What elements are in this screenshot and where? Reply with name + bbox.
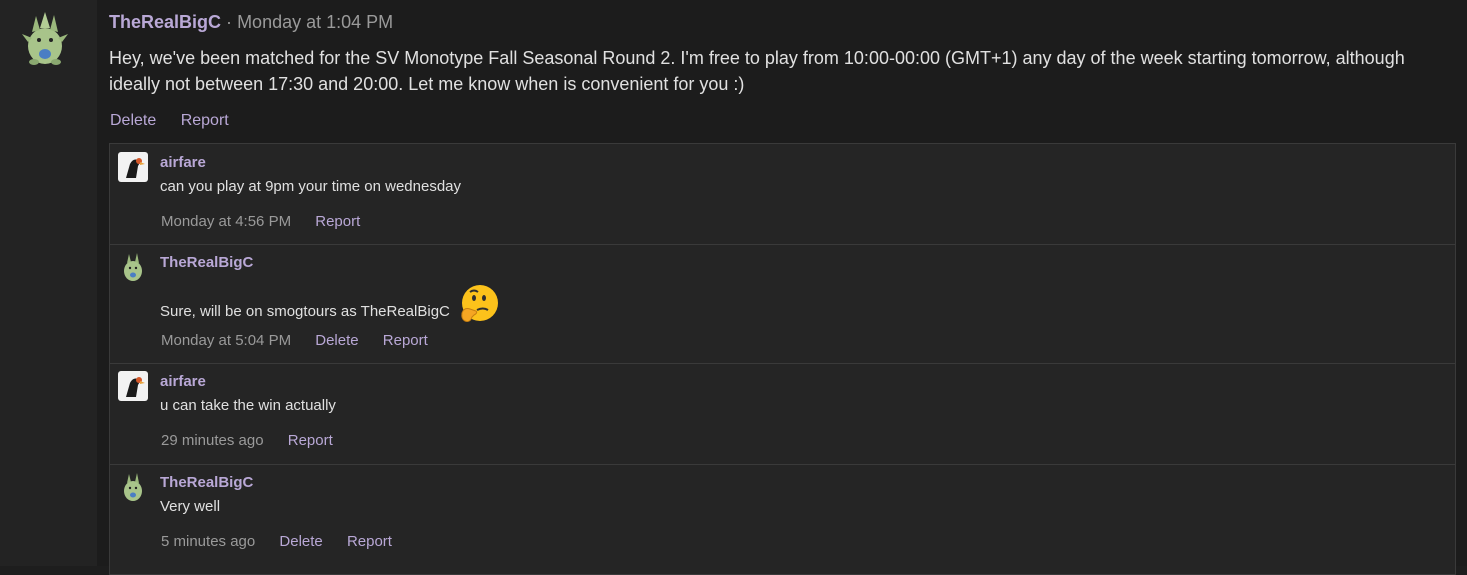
reply-meta: Monday at 4:56 PM Report (161, 213, 380, 230)
reply-author[interactable]: airfare (160, 154, 206, 171)
reply-time[interactable]: 5 minutes ago (161, 533, 255, 550)
report-button[interactable]: Report (181, 112, 229, 129)
post-author[interactable]: TheRealBigC (109, 12, 221, 32)
thinking-face-icon (461, 285, 499, 322)
reply: TheRealBigC Very well 5 minutes ago Dele… (110, 464, 1455, 574)
report-button[interactable]: Report (315, 213, 360, 230)
reply-time[interactable]: 29 minutes ago (161, 432, 264, 449)
delete-button[interactable]: Delete (110, 112, 156, 129)
delete-button[interactable]: Delete (279, 533, 322, 550)
post-body: Hey, we've been matched for the SV Monot… (109, 48, 1405, 94)
report-button[interactable]: Report (288, 432, 333, 449)
reply: TheRealBigC Sure, will be on smogtours a… (110, 244, 1455, 364)
reply-author[interactable]: TheRealBigC (160, 254, 253, 271)
post-header: TheRealBigC · Monday at 1:04 PM (109, 12, 393, 33)
reply-meta: Monday at 5:04 PM Delete Report (161, 332, 448, 349)
reply-text: Very well (160, 498, 221, 515)
reply-author[interactable]: TheRealBigC (160, 474, 253, 491)
replies-list: airfare can you play at 9pm your time on… (109, 143, 1456, 575)
post: TheRealBigC · Monday at 1:04 PM Hey, we'… (97, 0, 1467, 575)
reply: airfare u can take the win actually 29 m… (110, 363, 1455, 465)
reply-author[interactable]: airfare (160, 373, 206, 390)
avatar[interactable] (118, 472, 148, 502)
avatar[interactable] (118, 152, 148, 182)
reply-time[interactable]: Monday at 4:56 PM (161, 213, 291, 230)
reply-text: Sure, will be on smogtours as TheRealBig… (160, 302, 450, 320)
post-time[interactable]: Monday at 1:04 PM (237, 12, 393, 32)
post-actions: Delete Report (110, 112, 249, 130)
reply-meta: 5 minutes ago Delete Report (161, 533, 412, 550)
report-button[interactable]: Report (383, 332, 428, 349)
report-button[interactable]: Report (347, 533, 392, 550)
delete-button[interactable]: Delete (315, 332, 358, 349)
reply-time[interactable]: Monday at 5:04 PM (161, 332, 291, 349)
separator: · (226, 12, 233, 32)
avatar-column (0, 0, 97, 566)
avatar[interactable] (118, 371, 148, 401)
reply: airfare can you play at 9pm your time on… (110, 144, 1455, 245)
reply-text: can you play at 9pm your time on wednesd… (160, 178, 462, 195)
reply-text: u can take the win actually (160, 397, 336, 414)
avatar[interactable] (20, 12, 70, 68)
avatar[interactable] (118, 252, 148, 282)
reply-meta: 29 minutes ago Report (161, 432, 353, 449)
reply-text-row: Sure, will be on smogtours as TheRealBig… (160, 285, 500, 327)
